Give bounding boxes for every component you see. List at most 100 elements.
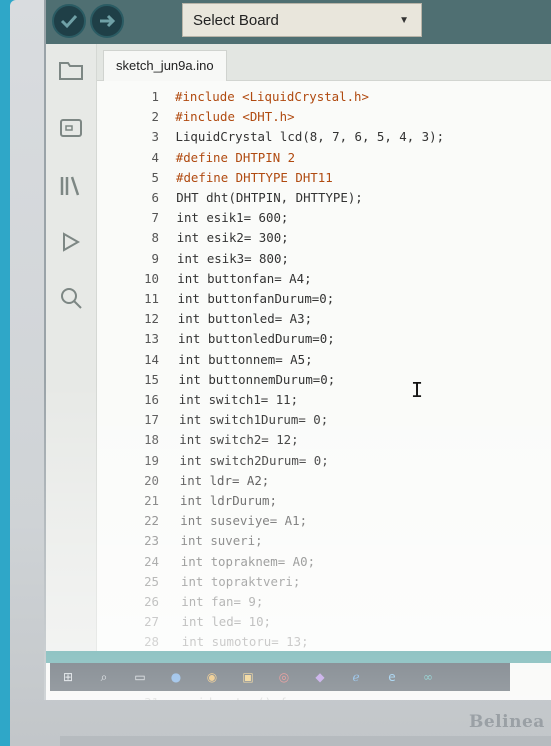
code-editor[interactable]: 1 #include <LiquidCrystal.h> 2 #include <DH…: [97, 81, 551, 700]
line-number: 19: [144, 452, 159, 468]
file-explorer-icon[interactable]: ▣: [240, 669, 256, 685]
code-line[interactable]: 18 int switch2= 12;: [97, 430, 551, 450]
windows-icon[interactable]: ⊞: [60, 669, 76, 685]
code-line[interactable]: 4 #define DHTPIN 2: [97, 148, 551, 168]
code-line[interactable]: 19 int switch2Durum= 0;: [97, 451, 551, 471]
upload-button[interactable]: [90, 4, 124, 38]
code-line[interactable]: 10 int buttonfan= A4;: [97, 269, 551, 289]
code-text: int buttonled= A3;: [177, 311, 313, 327]
code-text: int buttonnemDurum=0;: [178, 371, 336, 387]
line-number: 11: [144, 291, 159, 306]
code-line[interactable]: 9 int esik3= 800;: [97, 249, 551, 269]
code-text: #define DHTPIN 2: [175, 149, 296, 165]
code-text: int fan= 9;: [181, 594, 264, 609]
monitor-stand-edge: [60, 736, 551, 746]
line-number: 16: [144, 392, 159, 407]
code-line[interactable]: 31 void setup() {: [97, 693, 551, 700]
code-text: int switch1Durum= 0;: [179, 412, 329, 428]
opera-icon[interactable]: ◎: [276, 669, 292, 685]
tab-sketch[interactable]: sketch_jun9a.ino: [103, 50, 227, 81]
code-text: int buttonledDurum=0;: [178, 331, 335, 347]
code-text: int buttonnem= A5;: [178, 351, 313, 367]
verify-button[interactable]: [52, 4, 86, 38]
arduino-icon[interactable]: ∞: [420, 669, 436, 685]
code-line[interactable]: 15 int buttonnemDurum=0;: [97, 370, 551, 390]
code-text: #include <DHT.h>: [175, 109, 295, 125]
code-text: int suveri;: [180, 533, 263, 549]
folder-icon[interactable]: [58, 58, 84, 84]
code-text: int ldrDurum;: [180, 493, 277, 508]
line-number: 21: [144, 493, 159, 508]
tab-bar: sketch_jun9a.ino: [97, 44, 551, 81]
ie-icon[interactable]: e: [384, 669, 400, 685]
code-text: LiquidCrystal lcd(8, 7, 6, 5, 4, 3);: [175, 129, 445, 145]
code-line[interactable]: 6 DHT dht(DHTPIN, DHTTYPE);: [97, 188, 551, 208]
code-line[interactable]: 7 int esik1= 600;: [97, 208, 551, 228]
arrow-right-icon: [100, 14, 116, 28]
code-line[interactable]: 3 LiquidCrystal lcd(8, 7, 6, 5, 4, 3);: [97, 127, 551, 147]
media-icon[interactable]: ◆: [312, 669, 328, 685]
board-icon[interactable]: [58, 116, 84, 142]
code-line[interactable]: 25 int topraktveri;: [97, 572, 551, 592]
line-number: 1: [151, 89, 159, 104]
board-select-label: Select Board: [193, 12, 279, 29]
debug-icon[interactable]: [58, 230, 84, 256]
line-number: 17: [144, 412, 159, 428]
code-line[interactable]: 26 int fan= 9;: [97, 592, 551, 612]
code-text: int switch2Durum= 0;: [179, 452, 329, 468]
code-text: int sumotoru= 13;: [181, 634, 309, 650]
line-number: 15: [144, 371, 159, 387]
code-text: #define DHTTYPE DHT11: [176, 169, 333, 185]
toolbar: Select Board ▼: [46, 0, 551, 44]
code-line[interactable]: 24 int topraknem= A0;: [97, 552, 551, 572]
code-text: int buttonfanDurum=0;: [177, 291, 335, 306]
library-icon[interactable]: [58, 174, 84, 200]
app-icon[interactable]: ●: [168, 669, 184, 685]
line-number: 23: [144, 533, 159, 549]
code-text: int esik1= 600;: [176, 210, 289, 226]
task-view-icon[interactable]: ▭: [132, 669, 148, 685]
code-text: #include <LiquidCrystal.h>: [175, 89, 369, 104]
line-number: 5: [151, 169, 159, 185]
code-line[interactable]: 14 int buttonnem= A5;: [97, 350, 551, 370]
code-text: int buttonfan= A4;: [177, 270, 312, 286]
code-line[interactable]: 5 #define DHTTYPE DHT11: [97, 168, 551, 188]
code-text: int suseviye= A1;: [180, 513, 308, 529]
code-line[interactable]: 2 #include <DHT.h>: [97, 107, 551, 127]
code-text: int topraknem= A0;: [180, 553, 316, 569]
chrome-icon[interactable]: ◉: [204, 669, 220, 685]
line-number: 13: [144, 331, 159, 347]
code-line[interactable]: 11 int buttonfanDurum=0;: [97, 289, 551, 309]
line-number: 14: [144, 351, 159, 367]
line-number: 10: [144, 270, 159, 286]
line-number: 9: [151, 250, 159, 266]
search-icon[interactable]: [58, 286, 84, 312]
text-cursor-icon: I: [411, 378, 424, 402]
line-number: 2: [151, 109, 159, 125]
code-line[interactable]: 28 int sumotoru= 13;: [97, 632, 551, 652]
code-line[interactable]: 22 int suseviye= A1;: [97, 511, 551, 531]
code-line[interactable]: 8 int esik2= 300;: [97, 228, 551, 248]
search-icon[interactable]: ⌕: [96, 669, 112, 685]
board-select[interactable]: Select Board ▼: [182, 3, 422, 37]
chevron-down-icon: ▼: [399, 15, 409, 26]
code-line[interactable]: 12 int buttonled= A3;: [97, 309, 551, 329]
check-icon: [60, 14, 78, 29]
line-number: 22: [144, 513, 159, 529]
code-line[interactable]: 23 int suveri;: [97, 531, 551, 551]
line-number: 24: [144, 553, 159, 569]
code-line[interactable]: 13 int buttonledDurum=0;: [97, 329, 551, 349]
code-text: DHT dht(DHTPIN, DHTTYPE);: [176, 190, 363, 205]
code-text: int esik2= 300;: [176, 230, 289, 246]
code-text: int switch1= 11;: [178, 392, 299, 407]
code-line[interactable]: 16 int switch1= 11;: [97, 390, 551, 410]
line-number: 4: [151, 149, 159, 165]
status-bar: [46, 651, 551, 663]
edge-icon[interactable]: ℯ: [348, 669, 364, 685]
code-line[interactable]: 1 #include <LiquidCrystal.h>: [97, 87, 551, 107]
code-line[interactable]: 27 int led= 10;: [97, 612, 551, 632]
code-line[interactable]: 17 int switch1Durum= 0;: [97, 410, 551, 430]
code-line[interactable]: 21 int ldrDurum;: [97, 491, 551, 511]
line-number: 7: [151, 210, 159, 226]
code-line[interactable]: 20 int ldr= A2;: [97, 471, 551, 491]
